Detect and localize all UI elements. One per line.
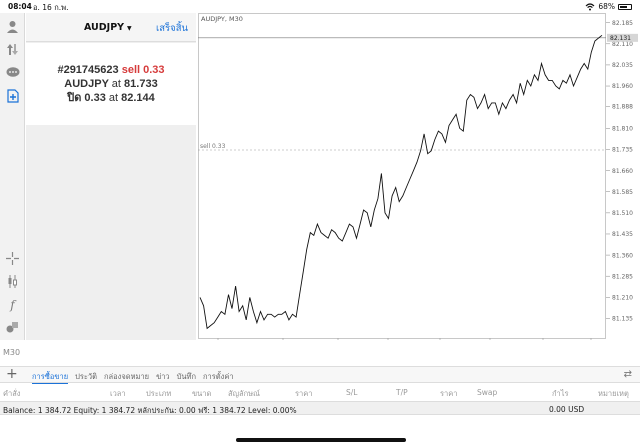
trade-panel: AUDJPY ▼ เสร็จสิ้น #291745623 sell 0.33 A… — [26, 13, 196, 340]
tab-0[interactable]: การซื้อขาย — [32, 371, 69, 384]
tab-3[interactable]: ข่าว — [156, 371, 170, 384]
y-tick-label: 81.960 — [612, 83, 633, 90]
order-symbol: AUDJPY — [64, 78, 109, 90]
column-header-7: T/P — [396, 388, 408, 397]
wifi-icon — [585, 2, 595, 10]
column-header-11: หมายเหตุ — [598, 389, 629, 398]
column-header-8: ราคา — [440, 389, 458, 398]
trade-header: AUDJPY ▼ เสร็จสิ้น — [26, 13, 196, 42]
y-tick-label: 81.360 — [612, 252, 633, 259]
y-tick-label: 82.035 — [612, 62, 633, 69]
objects-icon[interactable] — [3, 318, 22, 337]
battery-percent: 68% — [598, 2, 615, 11]
indicators-icon[interactable]: f — [3, 295, 22, 314]
column-header-4: สัญลักษณ์ — [228, 389, 261, 398]
total-profit: 0.00 USD — [549, 405, 585, 414]
quotes-arrows-icon[interactable] — [3, 40, 22, 59]
column-header-0: คำสั่ง — [3, 389, 21, 398]
home-indicator — [236, 438, 406, 442]
y-tick-label: 81.888 — [612, 104, 633, 111]
order-action: sell 0.33 — [121, 64, 165, 76]
order-open-price: 81.733 — [124, 78, 158, 90]
caret-down-icon: ▼ — [127, 25, 132, 32]
tab-1[interactable]: ประวัติ — [75, 371, 97, 384]
balance-text: Balance: 1 384.72 Equity: 1 384.72 หลักป… — [3, 406, 297, 415]
order-number: #291745623 — [57, 64, 119, 76]
order-line-3: ปิด 0.33 at 82.144 — [26, 91, 196, 105]
balance-row: Balance: 1 384.72 Equity: 1 384.72 หลักป… — [0, 401, 640, 415]
status-time: 08:04 — [8, 2, 32, 11]
done-button[interactable]: เสร็จสิ้น — [156, 21, 188, 36]
y-tick-label: 81.210 — [612, 295, 633, 302]
order-result-card: #291745623 sell 0.33 AUDJPY at 81.733 ปิ… — [26, 43, 196, 125]
y-tick-label: 81.510 — [612, 210, 633, 217]
trade-table-header: คำสั่ง เวลา ประเภท ขนาด สัญลักษณ์ ราคา S/L T/P ร… — [0, 384, 640, 400]
crosshair-icon[interactable] — [3, 249, 22, 268]
order-close-label: ปิด 0.33 — [67, 92, 106, 104]
symbol-selector[interactable]: AUDJPY ▼ — [84, 22, 132, 33]
order-at-label-2: at — [108, 92, 119, 104]
status-right: 68% — [585, 2, 632, 11]
tabs: การซื้อขาย ประวัติ กล่องจดหมาย ข่าว บันทึก กา… — [32, 371, 234, 384]
column-header-9: Swap — [477, 388, 498, 397]
column-header-6: S/L — [346, 388, 358, 397]
status-bar: 08:04 อ. 16 ก.พ. 68% — [0, 0, 640, 13]
order-at-label: at — [111, 78, 121, 90]
left-toolbar: f M30 — [0, 13, 25, 357]
order-line-1: #291745623 sell 0.33 — [26, 63, 196, 77]
symbol-name: AUDJPY — [84, 22, 125, 33]
y-tick-label: 81.435 — [612, 231, 633, 238]
tab-5[interactable]: การตั้งค่า — [203, 371, 234, 384]
add-plus-icon[interactable]: + — [6, 366, 18, 382]
plot-frame — [198, 13, 606, 339]
chart-title: AUDJPY, M30 — [201, 15, 243, 23]
bottom-tab-bar: + การซื้อขาย ประวัติ กล่องจดหมาย ข่าว บันทึก… — [0, 366, 640, 384]
battery-fill — [620, 5, 628, 8]
current-price-label: 82.131 — [610, 35, 631, 42]
candlestick-icon[interactable] — [3, 272, 22, 291]
y-tick-label: 81.585 — [612, 189, 633, 196]
new-order-icon[interactable] — [3, 86, 22, 105]
account-icon[interactable] — [3, 17, 22, 36]
order-line-2: AUDJPY at 81.733 — [26, 77, 196, 91]
column-header-5: ราคา — [295, 389, 313, 398]
y-tick-label: 81.810 — [612, 126, 633, 133]
chart-svg[interactable]: AUDJPY, M3082.18582.11082.03581.96081.88… — [198, 13, 640, 340]
order-close-price: 82.144 — [121, 92, 155, 104]
layout-toggle-icon[interactable]: ⇄ — [624, 369, 632, 380]
tab-4[interactable]: บันทึก — [177, 371, 196, 384]
column-header-2: ประเภท — [146, 389, 172, 398]
y-tick-label: 81.660 — [612, 168, 633, 175]
chat-icon[interactable] — [3, 63, 22, 82]
column-header-1: เวลา — [110, 389, 126, 398]
timeframe-label[interactable]: M30 — [3, 348, 20, 357]
battery-icon — [618, 3, 632, 10]
tab-2[interactable]: กล่องจดหมาย — [104, 371, 149, 384]
column-header-10: กำไร — [552, 389, 569, 398]
y-tick-label: 81.135 — [612, 316, 633, 323]
column-header-3: ขนาด — [192, 389, 212, 398]
price-chart[interactable]: AUDJPY, M30 82.185 82.110 82.035 81.960 81.88… — [198, 13, 640, 340]
sell-level-label: sell 0.33 — [200, 143, 226, 150]
y-tick-label: 82.185 — [612, 20, 633, 27]
y-tick-label: 81.285 — [612, 273, 633, 280]
y-tick-label: 81.735 — [612, 147, 633, 154]
